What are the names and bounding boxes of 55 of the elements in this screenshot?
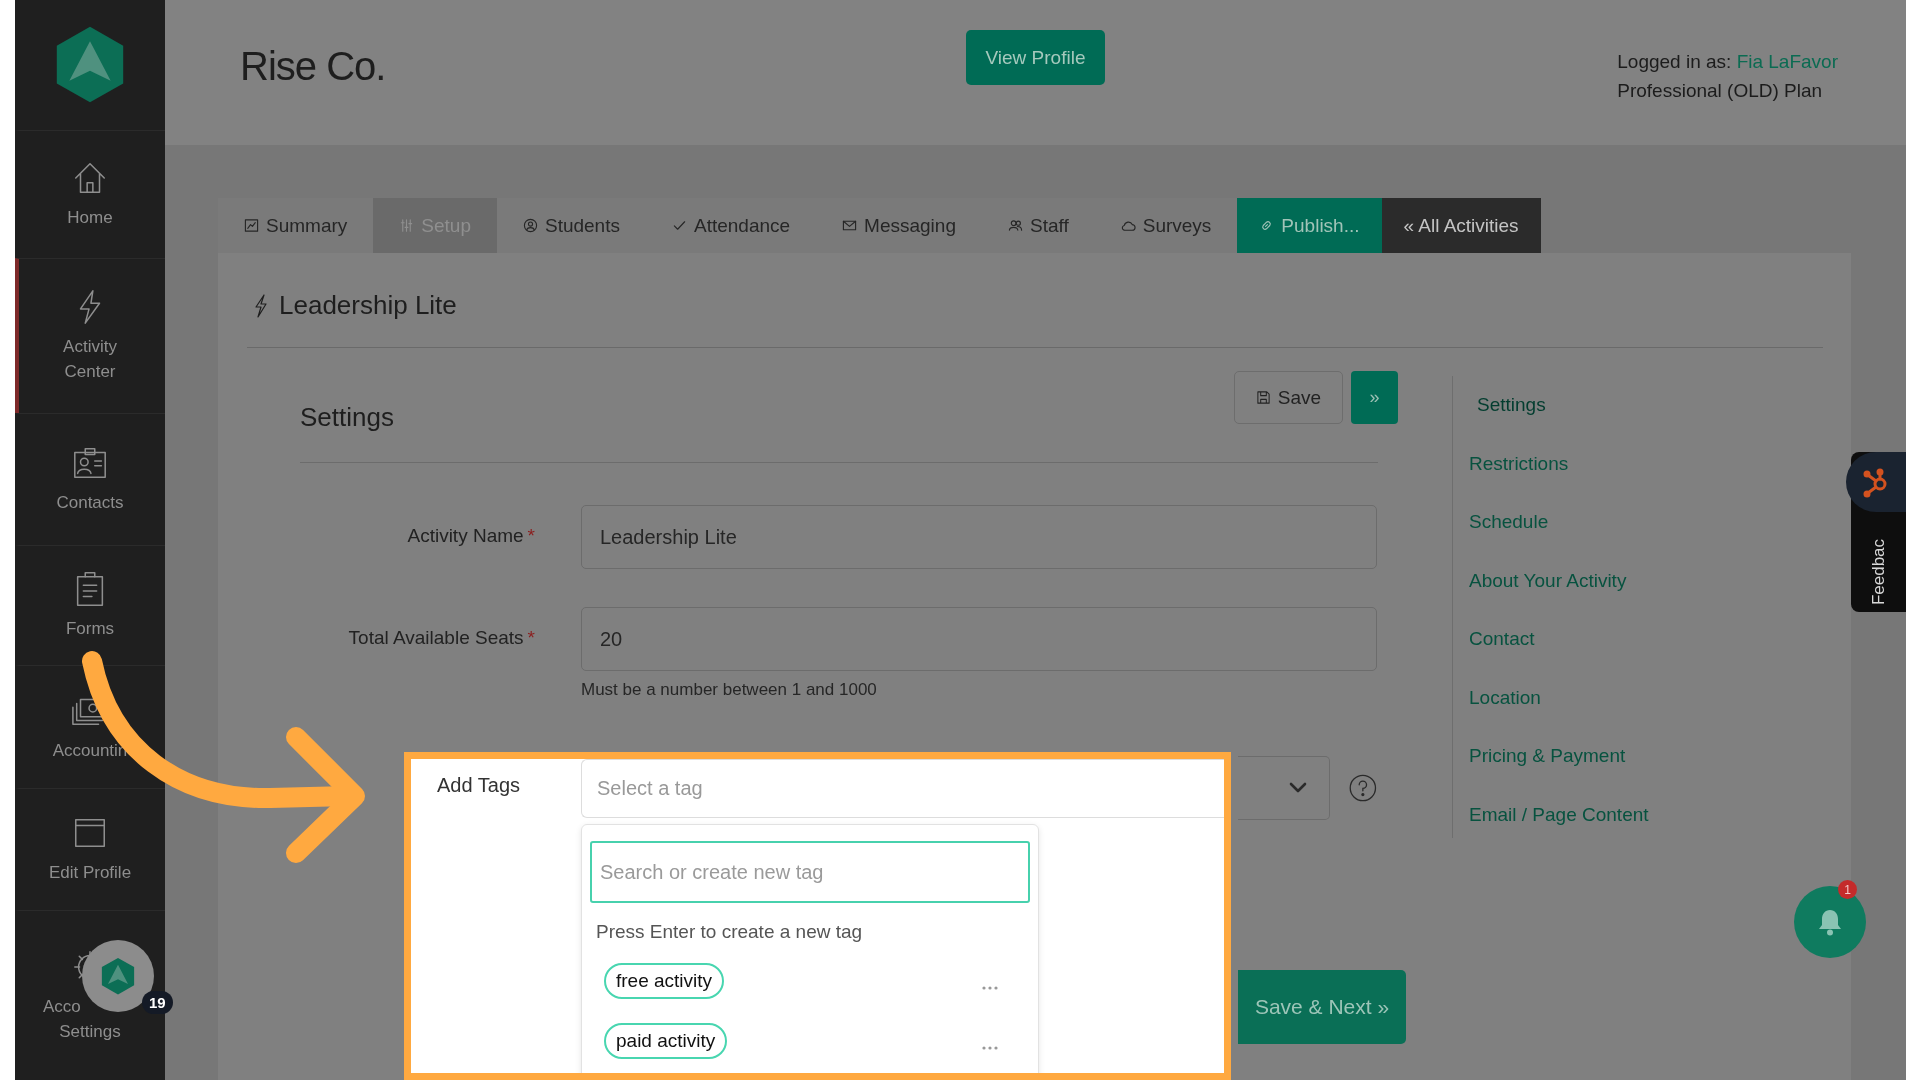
section-title: Settings: [300, 402, 394, 433]
tab[interactable]: Messaging: [816, 198, 982, 253]
section-link[interactable]: Email / Page Content: [1453, 785, 1823, 844]
logo-icon: [101, 956, 135, 996]
section-link[interactable]: Restrictions: [1453, 434, 1823, 493]
cloud-icon: [1120, 218, 1136, 233]
tag-select-field[interactable]: Select a tag: [581, 759, 1224, 818]
tab[interactable]: Surveys: [1094, 198, 1238, 253]
required-mark: *: [527, 525, 535, 546]
view-profile-button[interactable]: View Profile: [965, 30, 1106, 85]
section-link[interactable]: Location: [1453, 668, 1823, 727]
sliders-icon: [399, 218, 415, 233]
save-button[interactable]: Save: [1234, 371, 1343, 424]
lightning-icon: [253, 293, 269, 318]
tab[interactable]: Staff: [982, 198, 1095, 253]
section-link[interactable]: Contact: [1453, 610, 1823, 669]
field-label: Activity Name *: [406, 524, 535, 548]
people-icon: [1008, 218, 1023, 233]
more-icon[interactable]: [982, 1046, 998, 1050]
more-icon[interactable]: [982, 986, 998, 990]
section-link[interactable]: Schedule: [1453, 493, 1823, 552]
login-status: Logged in as: Fia LaFavor: [1617, 50, 1838, 74]
field-hint: Must be a number between 1 and 1000: [581, 680, 878, 700]
bell-icon: [1817, 908, 1843, 936]
section-link[interactable]: Settings: [1453, 376, 1823, 435]
chevron-down-icon: [1289, 782, 1308, 794]
tab[interactable]: « All Activities: [1381, 198, 1541, 253]
envelope-icon: [842, 218, 858, 233]
tab[interactable]: Students: [496, 198, 646, 253]
tab[interactable]: Publish...: [1237, 198, 1382, 253]
dropdown-hint: Press Enter to create a new tag: [596, 921, 864, 943]
section-link[interactable]: About Your Activity: [1453, 551, 1823, 610]
tab[interactable]: Summary: [218, 198, 374, 253]
plan-label: Professional (OLD) Plan: [1617, 79, 1824, 103]
company-name: Rise Co.: [239, 43, 386, 89]
tag-chip[interactable]: free activity: [604, 963, 725, 999]
page-title: Leadership Lite: [279, 290, 457, 321]
chart-icon: [244, 218, 259, 233]
next-button[interactable]: »: [1351, 371, 1398, 424]
tab[interactable]: Attendance: [645, 198, 817, 253]
check-icon: [671, 218, 687, 233]
tag-search-field[interactable]: Search or create new tag: [590, 841, 1030, 903]
field-label: Total Available Seats *: [347, 626, 535, 650]
app-logo[interactable]: [55, 25, 125, 105]
help-launcher-button[interactable]: [1846, 452, 1906, 512]
required-mark: *: [527, 627, 535, 648]
text-field[interactable]: Leadership Lite: [581, 505, 1377, 569]
field-label: Add Tags: [437, 773, 522, 797]
text-field[interactable]: 20: [581, 607, 1377, 671]
section-link[interactable]: Pricing & Payment: [1453, 727, 1823, 786]
save-and-next-button[interactable]: Save & Next »: [1238, 970, 1406, 1044]
tag-chip[interactable]: paid activity: [604, 1023, 728, 1059]
select-field[interactable]: [1238, 756, 1331, 820]
notification-badge: 19: [142, 991, 173, 1014]
person-circle-icon: [522, 218, 538, 233]
